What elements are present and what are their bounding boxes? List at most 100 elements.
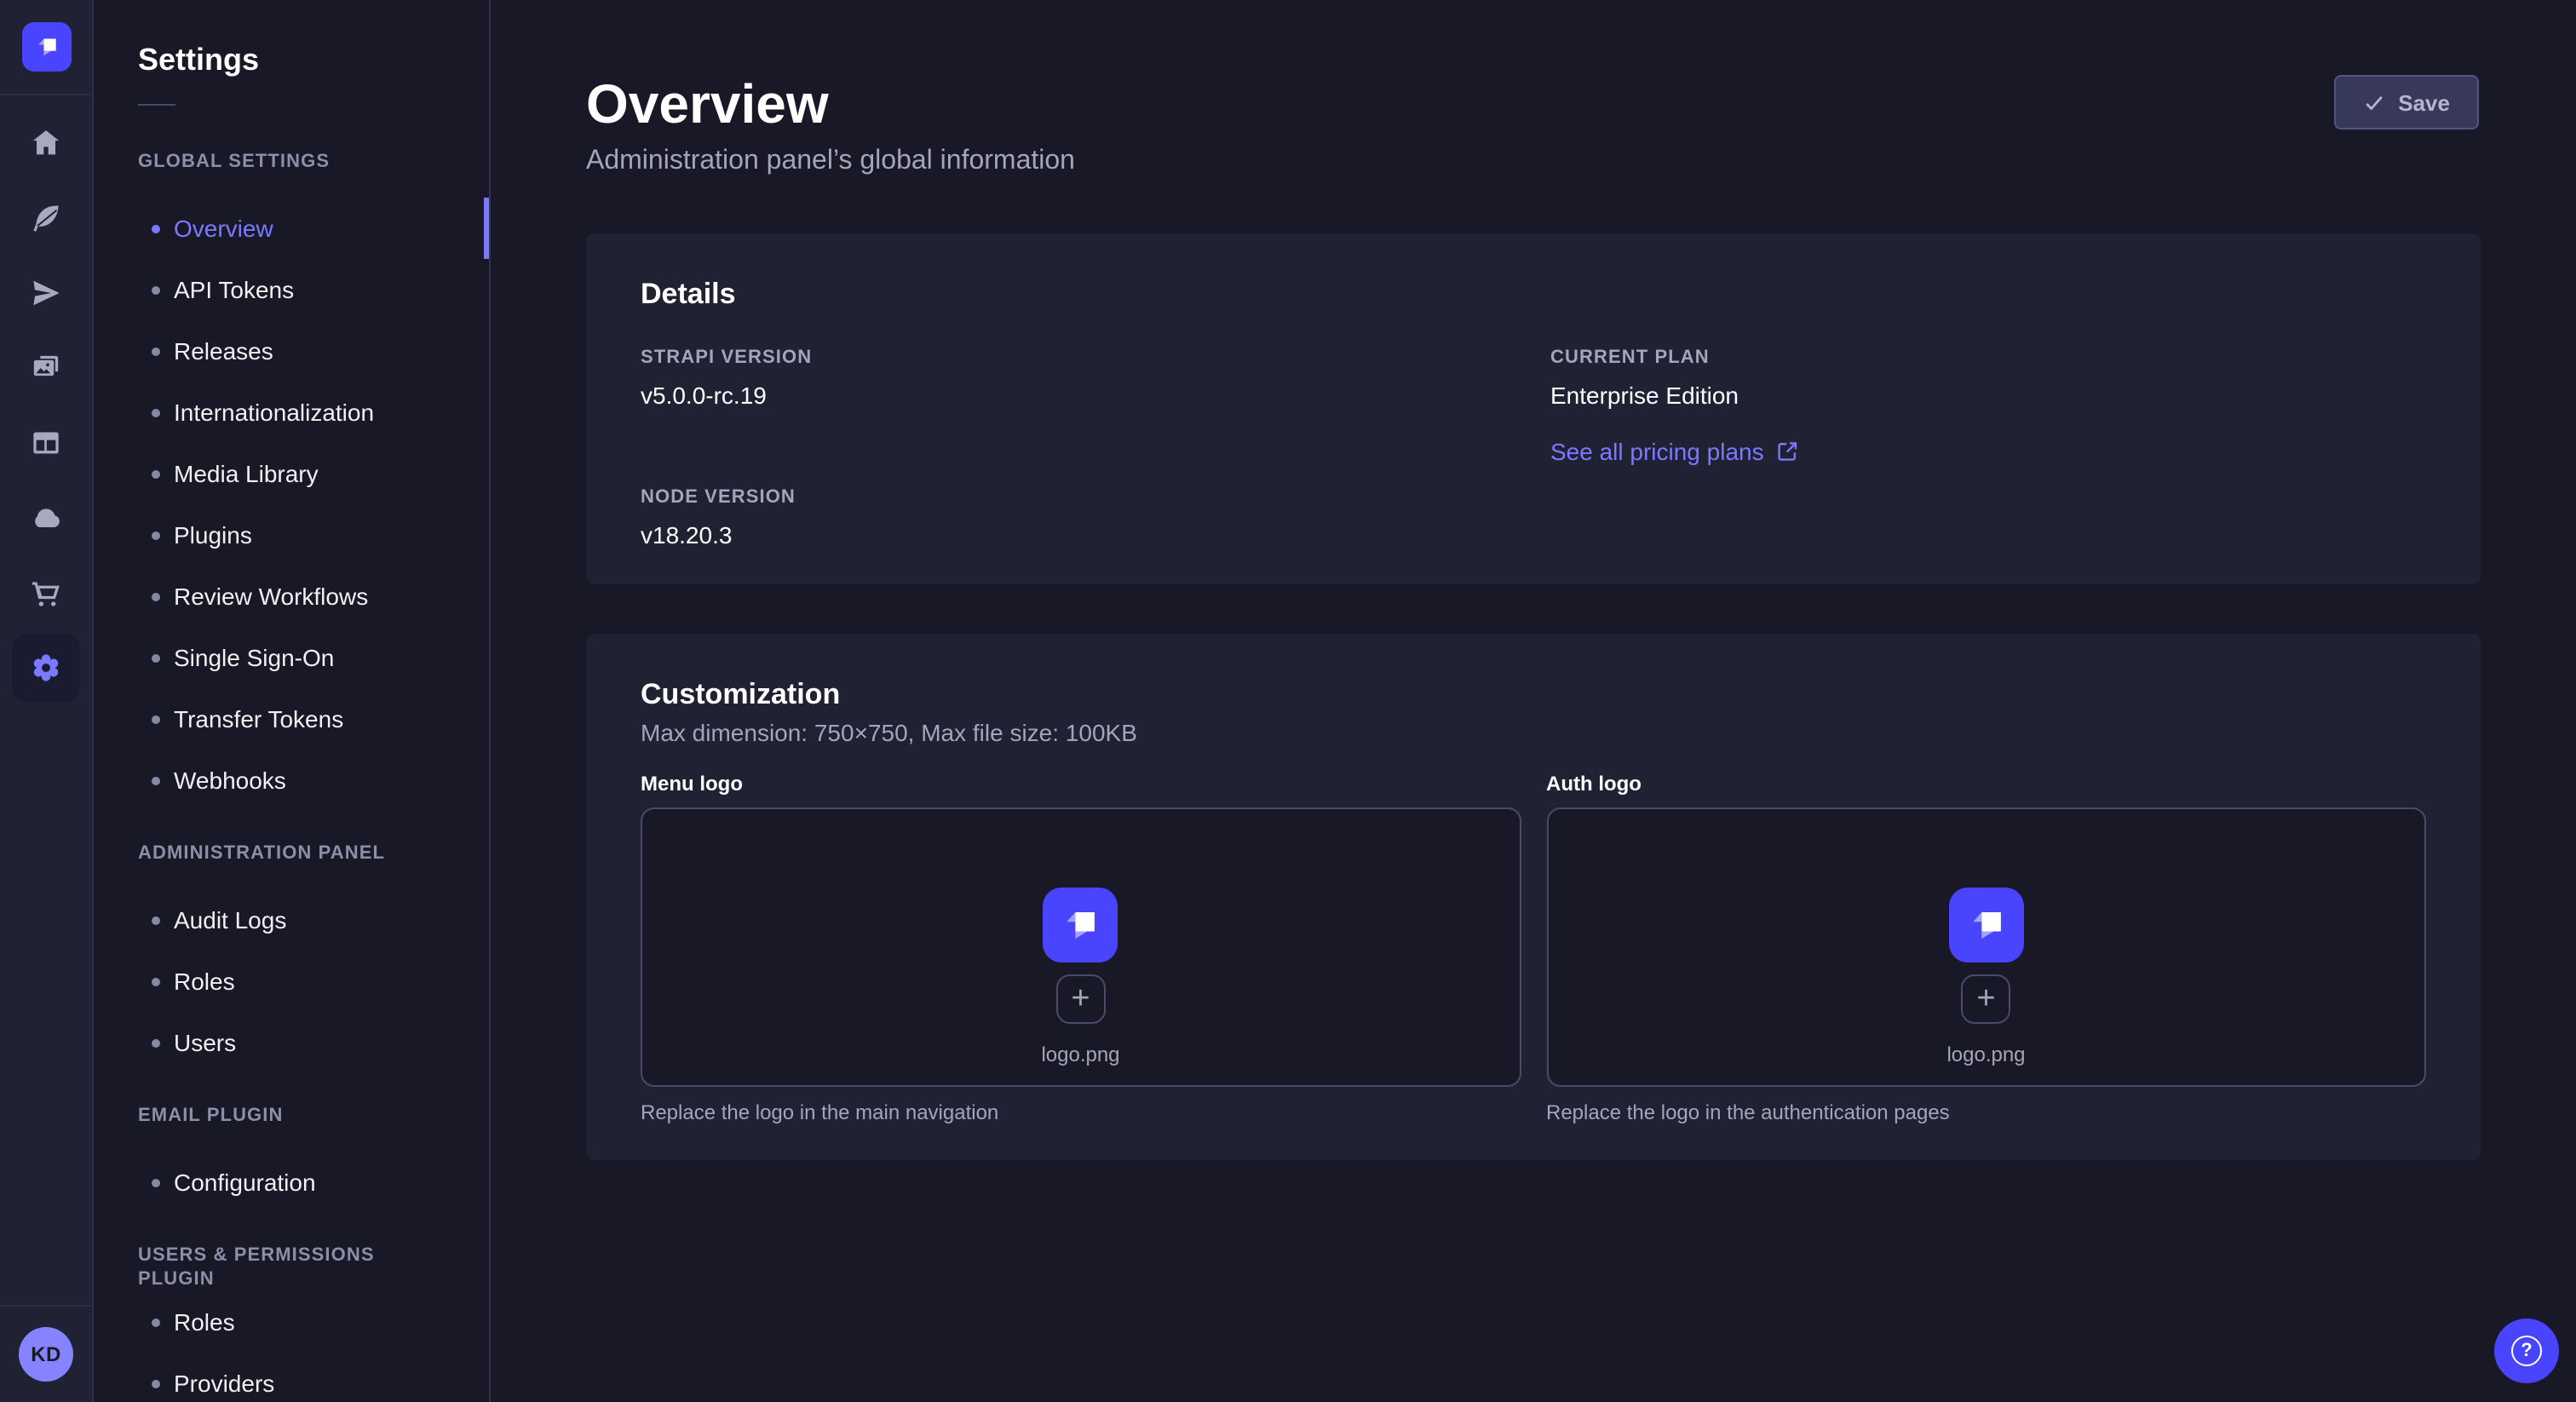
subnav-item-label: Transfer Tokens: [174, 705, 343, 733]
pricing-plans-link-label: See all pricing plans: [1550, 438, 1764, 465]
bullet-dot: [152, 531, 160, 539]
subnav-item-label: Internationalization: [174, 399, 374, 426]
subnav-item-label: Roles: [174, 968, 235, 995]
question-icon: ?: [2511, 1336, 2542, 1366]
rail-nav: [0, 95, 92, 702]
details-right-column: CURRENT PLAN Enterprise Edition See all …: [1550, 346, 2426, 550]
nav-deploy-button[interactable]: [12, 484, 80, 552]
subnav-item-api-tokens[interactable]: API Tokens: [94, 259, 489, 320]
customization-card: Customization Max dimension: 750×750, Ma…: [586, 634, 2481, 1160]
plus-icon: +: [1071, 983, 1090, 1015]
cart-icon: [29, 576, 63, 610]
strapi-version-block: STRAPI VERSION v5.0.0-rc.19: [641, 346, 1516, 411]
section-list: Audit Logs Roles Users: [94, 889, 489, 1073]
rail-spacer: [0, 702, 92, 1305]
subnav-section-global-settings: GLOBAL SETTINGS Overview API Tokens Rele…: [94, 150, 489, 811]
auth-logo-preview: [1949, 888, 2024, 962]
section-label: USERS & PERMISSIONS PLUGIN: [94, 1244, 489, 1267]
auth-logo-hint: Replace the logo in the authentication p…: [1546, 1100, 2426, 1126]
bullet-dot: [152, 653, 160, 662]
nav-marketplace-button[interactable]: [12, 559, 80, 627]
bullet-dot: [152, 1379, 160, 1388]
bullet-dot: [152, 592, 160, 600]
subnav-item-audit-logs[interactable]: Audit Logs: [94, 889, 489, 951]
subnav-item-plugins[interactable]: Plugins: [94, 504, 489, 566]
bullet-dot: [152, 715, 160, 723]
subnav-item-label: Review Workflows: [174, 583, 368, 610]
node-version-label: NODE VERSION: [641, 486, 1516, 511]
menu-logo-add-button[interactable]: +: [1056, 974, 1106, 1024]
subnav-title: Settings: [94, 41, 489, 78]
subnav-item-email-configuration[interactable]: Configuration: [94, 1152, 489, 1213]
strapi-mark-icon: [30, 31, 62, 63]
subnav-item-transfer-tokens[interactable]: Transfer Tokens: [94, 688, 489, 750]
current-plan-value: Enterprise Edition: [1550, 382, 2426, 411]
paper-plane-icon: [29, 276, 63, 310]
feather-icon: [29, 201, 63, 235]
bullet-dot: [152, 1318, 160, 1326]
details-grid: STRAPI VERSION v5.0.0-rc.19 NODE VERSION…: [641, 346, 2426, 550]
external-link-icon: [1778, 441, 1798, 462]
auth-logo-filename: logo.png: [1946, 1043, 2025, 1066]
subnav-item-media-library[interactable]: Media Library: [94, 443, 489, 504]
strapi-logo[interactable]: [21, 22, 71, 72]
details-left-column: STRAPI VERSION v5.0.0-rc.19 NODE VERSION…: [641, 346, 1516, 550]
subnav-item-label: Audit Logs: [174, 906, 286, 934]
subnav-item-single-sign-on[interactable]: Single Sign-On: [94, 627, 489, 688]
subnav-item-webhooks[interactable]: Webhooks: [94, 750, 489, 811]
subnav-item-label: Overview: [174, 215, 273, 242]
auth-logo-field: Auth logo +: [1546, 772, 2426, 1126]
subnav-item-up-roles[interactable]: Roles: [94, 1291, 489, 1353]
nav-content-type-builder-button[interactable]: [12, 409, 80, 477]
subnav-item-up-providers[interactable]: Providers: [94, 1353, 489, 1402]
strapi-admin-app: KD Settings GLOBAL SETTINGS Overview API…: [0, 0, 2576, 1402]
subnav-section-administration-panel: ADMINISTRATION PANEL Audit Logs Roles Us…: [94, 842, 489, 1073]
subnav-item-admin-users[interactable]: Users: [94, 1012, 489, 1073]
subnav-item-review-workflows[interactable]: Review Workflows: [94, 566, 489, 627]
avatar[interactable]: KD: [19, 1327, 73, 1382]
nav-content-manager-button[interactable]: [12, 184, 80, 252]
subnav-item-internationalization[interactable]: Internationalization: [94, 382, 489, 443]
auth-logo-add-button[interactable]: +: [1962, 974, 2011, 1024]
bullet-dot: [152, 916, 160, 924]
pricing-plans-link[interactable]: See all pricing plans: [1550, 438, 1798, 465]
node-version-value: v18.20.3: [641, 521, 1516, 550]
subnav-item-label: Configuration: [174, 1169, 316, 1196]
section-label: EMAIL PLUGIN: [94, 1104, 489, 1128]
menu-logo-dropzone[interactable]: + logo.png: [641, 807, 1521, 1087]
nav-settings-button[interactable]: [12, 634, 80, 702]
images-icon: [29, 351, 63, 385]
subnav-section-users-permissions-plugin: USERS & PERMISSIONS PLUGIN Roles Provide…: [94, 1244, 489, 1402]
subnav-title-divider: [138, 104, 175, 106]
nav-media-library-button[interactable]: [12, 334, 80, 402]
node-version-block: NODE VERSION v18.20.3: [641, 486, 1516, 550]
auth-logo-label: Auth logo: [1546, 772, 2426, 797]
main-content: Overview Administration panel’s global i…: [491, 0, 2576, 1402]
subnav-item-releases[interactable]: Releases: [94, 320, 489, 382]
auth-logo-dropzone[interactable]: + logo.png: [1546, 807, 2426, 1087]
gear-icon: [27, 649, 65, 687]
customization-card-subtitle: Max dimension: 750×750, Max file size: 1…: [641, 719, 2426, 748]
bullet-dot: [152, 224, 160, 233]
bullet-dot: [152, 977, 160, 985]
subnav-item-label: Single Sign-On: [174, 644, 334, 671]
subnav-item-admin-roles[interactable]: Roles: [94, 951, 489, 1012]
bullet-dot: [152, 1038, 160, 1047]
section-label: GLOBAL SETTINGS: [94, 150, 489, 174]
active-item-indicator: [484, 198, 489, 259]
section-list: Roles Providers: [94, 1291, 489, 1402]
nav-home-button[interactable]: [12, 109, 80, 177]
nav-releases-button[interactable]: [12, 259, 80, 327]
page-title: Overview: [586, 72, 2481, 136]
subnav-item-overview[interactable]: Overview: [94, 198, 489, 259]
subnav-section-email-plugin: EMAIL PLUGIN Configuration: [94, 1104, 489, 1213]
section-label: ADMINISTRATION PANEL: [94, 842, 489, 865]
logo-fields: Menu logo +: [641, 772, 2426, 1126]
save-button[interactable]: Save: [2333, 75, 2479, 129]
customization-card-title: Customization: [641, 678, 2426, 712]
section-list: Overview API Tokens Releases Internation…: [94, 198, 489, 811]
help-button[interactable]: ?: [2494, 1319, 2559, 1383]
settings-subnav: Settings GLOBAL SETTINGS Overview API To…: [94, 0, 491, 1402]
strapi-version-label: STRAPI VERSION: [641, 346, 1516, 371]
subnav-item-label: Plugins: [174, 521, 252, 549]
